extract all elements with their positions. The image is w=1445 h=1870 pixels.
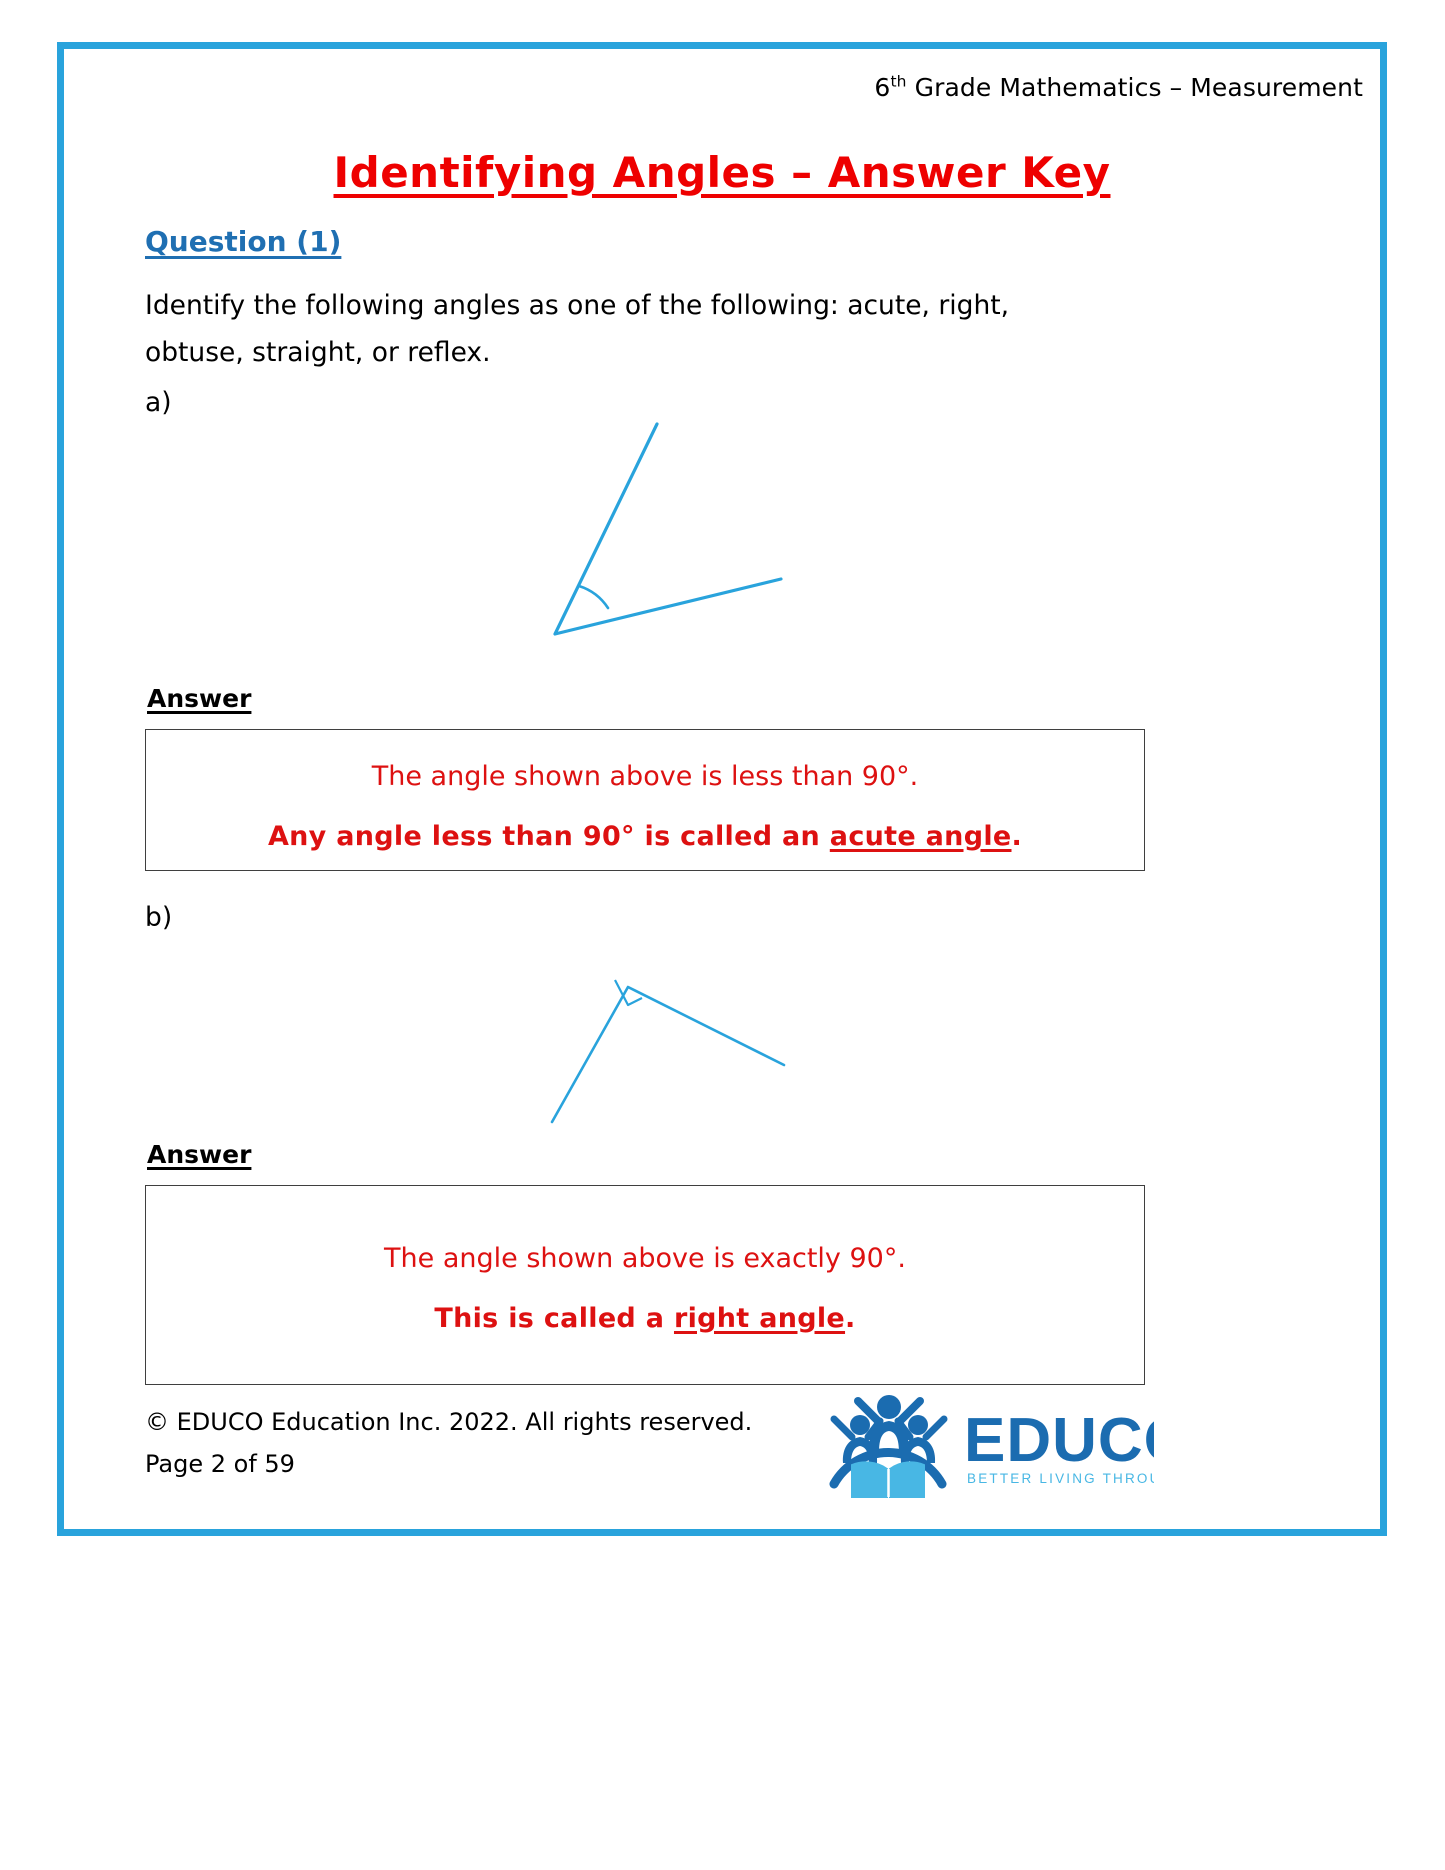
answer-label-b: Answer: [147, 1140, 251, 1169]
logo-figure-right-head: [908, 1415, 928, 1435]
logo-book-left-page: [851, 1461, 888, 1498]
logo-wordmark: EDUCO: [964, 1406, 1154, 1475]
acute-angle-svg: [553, 422, 783, 636]
answer-b-term: right angle: [673, 1303, 846, 1334]
answer-label-a-text: Answer: [147, 684, 252, 713]
educo-logo-svg: EDUCO BETTER LIVING THROUGH LEARNING: [829, 1395, 1277, 1498]
educo-logo: EDUCO BETTER LIVING THROUGH LEARNING: [824, 1379, 1277, 1499]
answer-b-line-1: The angle shown above is exactly 90°.: [384, 1243, 906, 1274]
worksheet-page: 6th Grade Mathematics – Measurement Iden…: [0, 0, 1445, 1870]
header-grade-number: 6: [874, 73, 891, 102]
header-ordinal-suffix: th: [890, 72, 907, 91]
footer: © EDUCO Education Inc. 2022. All rights …: [145, 1401, 752, 1485]
page-number-text: Page 2 of 59: [145, 1450, 295, 1478]
answer-a-line-2: Any angle less than 90° is called an acu…: [146, 821, 1144, 852]
logo-tagline: BETTER LIVING THROUGH LEARNING: [967, 1471, 1154, 1486]
acute-angle-figure: [145, 419, 1145, 669]
logo-book-right-page: [889, 1461, 925, 1498]
question-prompt: Identify the following angles as one of …: [145, 290, 1010, 368]
logo-mark: [829, 1395, 948, 1498]
logo-figure-left-arm-l: [830, 1415, 856, 1441]
document-header: 6th Grade Mathematics – Measurement: [874, 73, 1363, 102]
question-heading: Question (1): [145, 225, 341, 258]
page-title-text: Identifying Angles – Answer Key: [333, 148, 1111, 197]
answer-label-a: Answer: [147, 684, 251, 713]
answer-a-term: acute angle: [829, 821, 1012, 852]
answer-a-line-1: The angle shown above is less than 90°.: [371, 761, 919, 792]
answer-box-b: The angle shown above is exactly 90°. Th…: [145, 1185, 1145, 1385]
page-title: Identifying Angles – Answer Key: [64, 148, 1380, 197]
part-label-a: a): [145, 387, 172, 418]
logo-figure-center-head: [877, 1395, 901, 1419]
answer-b-line-2-post: .: [845, 1303, 856, 1334]
angle-rays: [550, 985, 786, 1124]
copyright-text: © EDUCO Education Inc. 2022. All rights …: [145, 1408, 753, 1436]
answer-label-b-text: Answer: [147, 1140, 252, 1169]
question-heading-text: Question (1): [145, 225, 342, 258]
answer-b-line-2-pre: This is called a: [434, 1303, 674, 1334]
right-angle-figure: [145, 929, 1145, 1129]
header-subject: Grade Mathematics – Measurement: [906, 73, 1363, 102]
answer-box-a: The angle shown above is less than 90°. …: [145, 729, 1145, 871]
page-content: 6th Grade Mathematics – Measurement Iden…: [64, 49, 1380, 1529]
logo-figure-right-arm-r: [922, 1415, 948, 1441]
angle-arc-marker: [577, 584, 610, 610]
answer-b-line-2: This is called a right angle.: [146, 1303, 1144, 1334]
answer-a-line-2-pre: Any angle less than 90° is called an: [267, 821, 830, 852]
angle-rays: [553, 422, 783, 636]
logo-figure-left-head: [850, 1415, 870, 1435]
right-angle-svg: [550, 979, 786, 1124]
answer-a-line-2-post: .: [1011, 821, 1023, 852]
